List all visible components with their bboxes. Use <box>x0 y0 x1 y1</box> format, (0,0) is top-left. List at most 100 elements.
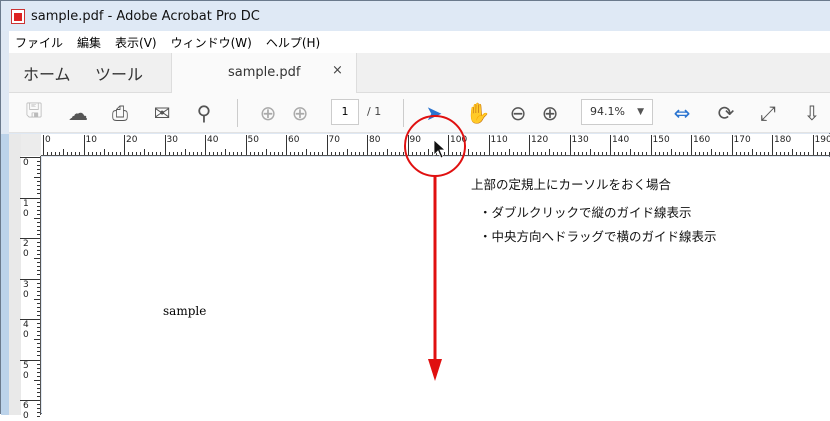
ruler-tick <box>343 152 344 155</box>
ruler-tick <box>37 388 40 389</box>
ruler-tick <box>55 152 56 155</box>
ruler-tick <box>37 274 40 275</box>
ruler-tick <box>37 254 40 255</box>
ruler-tick <box>675 152 676 155</box>
full-screen-icon[interactable]: ⤢ <box>755 101 781 125</box>
ruler-tick <box>318 152 319 155</box>
ruler-tick <box>104 149 105 155</box>
ruler-tick <box>776 152 777 155</box>
tab-document-label: sample.pdf <box>228 65 300 80</box>
ruler-tick <box>322 152 323 155</box>
menu-view[interactable]: 表示(V) <box>115 34 157 51</box>
ruler-tick <box>711 149 712 155</box>
ruler-tick <box>424 152 425 155</box>
ruler-tick <box>744 152 745 155</box>
ruler-tick <box>37 242 40 243</box>
cloud-upload-icon[interactable]: ☁ <box>65 101 91 125</box>
ruler-tick <box>120 152 121 155</box>
ruler-label: 10 <box>86 135 97 145</box>
save-icon[interactable]: 🖫 <box>21 101 47 125</box>
ruler-tick <box>796 152 797 155</box>
ruler-tick <box>241 152 242 155</box>
ruler-tick <box>561 152 562 155</box>
ruler-tick <box>549 149 550 155</box>
prev-page-icon[interactable]: ⊕ <box>255 101 281 125</box>
ruler-tick <box>541 152 542 155</box>
page-number-input[interactable]: 1 <box>331 99 359 125</box>
ruler-tick <box>788 152 789 155</box>
next-page-icon[interactable]: ⊕ <box>287 101 313 125</box>
ruler-tick <box>606 152 607 155</box>
menu-help[interactable]: ヘルプ(H) <box>266 34 320 51</box>
ruler-tick <box>282 152 283 155</box>
ruler-tick <box>298 152 299 155</box>
tab-home[interactable]: ホーム <box>23 61 71 85</box>
ruler-label: 30 <box>167 135 178 145</box>
ruler-tick <box>37 327 40 328</box>
close-tab-icon[interactable]: × <box>332 63 343 78</box>
ruler-corner <box>21 134 41 156</box>
ruler-tick <box>505 152 506 155</box>
ruler-tick <box>37 396 40 397</box>
ruler-tick <box>37 404 40 405</box>
ruler-label: 50 <box>23 361 29 381</box>
ruler-tick <box>37 331 40 332</box>
fit-width-icon[interactable]: ⇔ <box>669 101 695 125</box>
ruler-tick <box>764 152 765 155</box>
title-bar: sample.pdf - Adobe Acrobat Pro DC <box>1 1 830 31</box>
ruler-tick <box>509 149 510 155</box>
ruler-tick <box>37 210 40 211</box>
vertical-ruler[interactable]: 0102030405060 <box>21 156 41 415</box>
ruler-tick <box>651 135 652 155</box>
select-cursor-icon[interactable]: ➤ <box>421 101 447 125</box>
ruler-tick <box>395 152 396 155</box>
ruler-tick <box>37 335 40 336</box>
ruler-tick <box>804 152 805 155</box>
zoom-in-icon[interactable]: ⊕ <box>537 101 563 125</box>
ruler-tick <box>586 152 587 155</box>
ruler-tick <box>278 152 279 155</box>
ruler-tick <box>638 152 639 155</box>
ruler-tick <box>34 380 40 381</box>
email-icon[interactable]: ✉ <box>149 101 175 125</box>
ruler-tick <box>246 135 247 155</box>
ruler-tick <box>513 152 514 155</box>
zoom-select[interactable]: 94.1%▼ <box>581 99 653 125</box>
ruler-tick <box>96 152 97 155</box>
tab-document[interactable]: sample.pdf × <box>171 53 357 94</box>
rotate-page-icon[interactable]: ⟳ <box>713 101 739 125</box>
ruler-tick <box>258 152 259 155</box>
ruler-tick <box>335 152 336 155</box>
ruler-tick <box>201 152 202 155</box>
horizontal-ruler[interactable]: 0102030405060708090100110120130140150160… <box>41 134 830 156</box>
ruler-tick <box>59 152 60 155</box>
ruler-tick <box>79 152 80 155</box>
ruler-tick <box>37 295 40 296</box>
ruler-tick <box>262 152 263 155</box>
pdf-app-icon <box>11 9 25 24</box>
ruler-tick <box>699 152 700 155</box>
search-icon[interactable]: ⚲ <box>191 101 217 125</box>
ruler-tick <box>37 307 40 308</box>
ruler-tick <box>37 181 40 182</box>
ruler-tick <box>659 152 660 155</box>
scroll-mode-icon[interactable]: ⇩ <box>799 101 825 125</box>
ruler-tick <box>112 152 113 155</box>
ruler-tick <box>34 299 40 300</box>
print-icon[interactable]: ⎙ <box>107 101 133 125</box>
menu-file[interactable]: ファイル <box>15 34 63 51</box>
menu-edit[interactable]: 編集 <box>77 34 101 51</box>
ruler-tick <box>197 152 198 155</box>
tab-tools[interactable]: ツール <box>95 61 143 85</box>
ruler-label: 10 <box>23 199 29 219</box>
ruler-label: 160 <box>693 135 710 145</box>
ruler-tick <box>37 416 40 417</box>
ruler-tick <box>768 152 769 155</box>
ruler-tick <box>383 152 384 155</box>
hand-icon[interactable]: ✋ <box>465 101 491 125</box>
ruler-tick <box>327 135 328 155</box>
ruler-tick <box>144 149 145 155</box>
menu-window[interactable]: ウィンドウ(W) <box>171 34 252 51</box>
ruler-tick <box>570 135 571 155</box>
zoom-out-icon[interactable]: ⊖ <box>505 101 531 125</box>
